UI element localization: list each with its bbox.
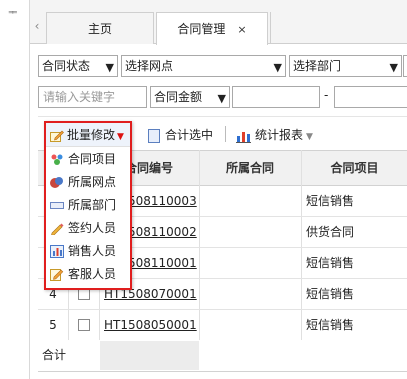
divider [38,116,407,117]
contract-code[interactable]: HT1508050001 [104,318,197,332]
menu-item-label: 所属部门 [68,198,117,212]
stats-report-label: 统计报表 [255,128,304,142]
amount-min-input[interactable] [232,86,320,108]
department-icon [50,202,64,209]
column-header-contract-project[interactable]: 合同项目 [302,150,407,186]
menu-item-label: 签约人员 [68,221,117,235]
branch-select[interactable]: 选择网点 ▼ [121,55,286,77]
chevron-down-icon: ▼ [273,61,282,74]
stats-report-button[interactable]: 统计报表 ▼ [236,124,313,146]
keyword-placeholder: 请输入关键字 [43,90,116,104]
menu-item-branch[interactable]: 所属网点 [46,172,130,193]
total-cell [100,341,199,370]
menu-item-service[interactable]: 客服人员 [46,264,130,285]
tab-home[interactable]: 主页 [46,12,154,44]
network-icon [50,177,63,188]
menu-item-signer[interactable]: 签约人员 [46,218,130,239]
contract-project-cell: 短信销售 [306,287,355,301]
menu-item-sales[interactable]: 销售人员 [46,241,130,262]
contract-project-cell: 供货合同 [306,225,355,239]
total-label: 合计 [42,348,67,362]
chevron-down-icon: ▼ [389,61,398,74]
close-icon[interactable]: × [237,23,246,36]
keyword-input[interactable]: 请输入关键字 [38,86,147,108]
table-bottom-border [38,371,407,372]
contract-code-link[interactable]: HT1508050001 [104,310,200,341]
contract-status-select[interactable]: 合同状态 ▼ [38,55,118,77]
batch-edit-button[interactable]: 批量修改 ▼ [46,123,130,147]
contract-status-value: 合同状态 [42,59,91,73]
contract-project-cell: 短信销售 [306,256,355,270]
contract-project-cell: 短信销售 [306,318,355,332]
tab-contract-label: 合同管理 [177,22,226,36]
sales-chart-icon [50,245,64,258]
menu-item-label: 所属网点 [68,175,117,189]
total-selected-label: 合计选中 [165,128,214,142]
chevron-down-icon: ▼ [217,92,226,105]
table-row[interactable]: 5 HT1508050001 短信销售 [38,310,407,341]
row-checkbox[interactable] [78,319,90,331]
total-row: 合计 [38,340,407,371]
tab-scroll-left-icon[interactable]: ‹ [31,12,43,40]
amount-max-input[interactable] [334,86,407,108]
bar-chart-icon [236,131,251,143]
menu-item-department[interactable]: 所属部门 [46,195,130,216]
amount-value: 合同金额 [154,90,203,104]
batch-edit-label: 批量修改 [67,128,116,142]
tab-contract-management[interactable]: 合同管理 × [156,12,268,45]
pencil-icon [51,223,64,235]
row-number: 5 [49,318,57,332]
pin-icon[interactable]: ᆍ [8,4,17,19]
column-header-parent-contract[interactable]: 所属合同 [200,150,300,186]
batch-edit-menu: 批量修改 ▼ 合同项目 所属网点 所属部门 签约人员 销售人员 客服人员 [44,121,132,290]
menu-item-label: 客服人员 [68,267,117,281]
amount-select[interactable]: 合同金额 ▼ [150,86,230,108]
chevron-down-icon: ▼ [306,132,313,142]
edit-doc-icon [50,269,64,281]
branch-value: 选择网点 [125,59,174,73]
total-selected-button[interactable]: 合计选中 [148,124,213,146]
toolbar-divider [225,126,226,142]
group-icon [51,154,63,165]
menu-item-label: 销售人员 [68,244,117,258]
department-select[interactable]: 选择部门 ▼ [289,55,402,77]
left-gutter: ᆍ [0,0,30,379]
tab-bar-empty [270,12,407,44]
menu-item-contract-project[interactable]: 合同项目 [46,149,130,170]
chevron-down-icon: ▼ [117,132,124,142]
department-value: 选择部门 [293,59,342,73]
extra-select-edge[interactable] [403,55,407,77]
menu-item-label: 合同项目 [68,152,117,166]
contract-project-cell: 短信销售 [306,194,355,208]
document-icon [148,128,160,143]
edit-icon [50,130,64,142]
range-dash: - [324,88,329,102]
tab-home-label: 主页 [87,22,112,36]
chevron-down-icon: ▼ [105,61,114,74]
